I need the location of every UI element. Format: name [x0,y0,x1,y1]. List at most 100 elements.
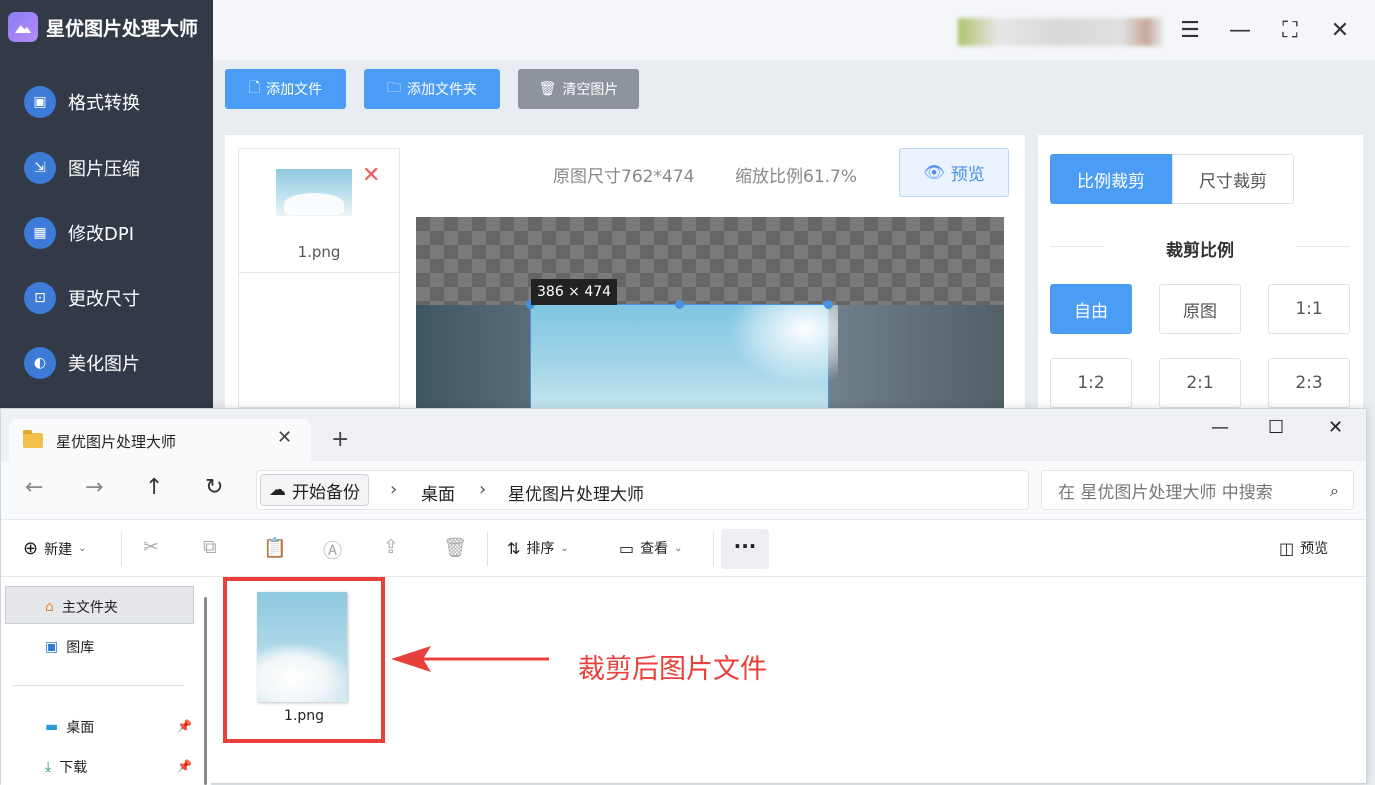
ratio-2-3-button[interactable]: 2:3 [1268,358,1350,408]
breadcrumb-desktop[interactable]: 桌面 [421,480,455,505]
crop-handle[interactable] [824,300,833,309]
app-title: 星优图片处理大师 [46,17,199,40]
new-button[interactable]: ⊕ 新建 ⌄ [23,538,86,559]
new-tab-icon[interactable]: + [331,427,349,452]
navigation-pane: ⌂ 主文件夹 ▣ 图库 ▬ 桌面 📌 ⤓ 下载 📌 [1,577,211,785]
nav-item-desktop[interactable]: ▬ 桌面 [45,717,94,737]
clear-label: 清空图片 [562,82,619,98]
backup-chip[interactable]: ☁ 开始备份 [260,474,369,506]
address-bar[interactable]: ☁ 开始备份 › 桌面 › 星优图片处理大师 [256,470,1029,510]
search-input[interactable]: 在 星优图片处理大师 中搜索 ⌕ [1041,470,1354,510]
view-button[interactable]: ▭ 查看 ⌄ [619,538,683,558]
remove-file-icon[interactable]: ✕ [362,163,380,188]
minimize-icon[interactable]: — [1226,16,1254,44]
format-convert-icon: ▣ [24,86,56,118]
preview-pane-button[interactable]: ◫ 预览 [1279,538,1328,558]
new-label: 新建 [44,541,73,558]
chevron-down-icon: ⌄ [78,543,87,554]
forward-icon[interactable]: → [85,475,103,500]
add-file-button[interactable]: 🗋 添加文件 [225,69,346,109]
crop-handle[interactable] [675,300,684,309]
explorer-tab[interactable]: 星优图片处理大师 ✕ [9,419,311,461]
file-item[interactable]: 1.png [223,577,385,743]
trash-icon: 🗑 [538,81,557,97]
close-icon[interactable]: ✕ [1326,16,1354,44]
sidebar-item-compress[interactable]: ⇲ 图片压缩 [24,152,140,184]
pin-icon[interactable]: 📌 [177,719,192,733]
ratio-free-button[interactable]: 自由 [1050,284,1132,334]
view-label: 查看 [640,541,669,557]
chevron-right-icon: › [390,479,398,500]
nav-item-gallery[interactable]: ▣ 图库 [45,637,94,657]
view-icon: ▭ [619,538,635,558]
crop-ratio-title: 裁剪比例 [1166,241,1234,261]
ratio-original-button[interactable]: 原图 [1159,284,1241,334]
maximize-icon[interactable]: ☐ [1268,417,1284,438]
annotation-text: 裁剪后图片文件 [578,654,767,685]
crop-size-label: 386 × 474 [531,279,618,305]
sort-label: 排序 [526,541,555,557]
beautify-icon: ◐ [24,347,56,379]
sidebar-item-label: 修改DPI [68,224,135,245]
explorer-nav-bar: ← → ↑ ↻ ☁ 开始备份 › 桌面 › 星优图片处理大师 在 星优图片处理大… [1,461,1366,519]
clear-images-button[interactable]: 🗑 清空图片 [518,69,639,109]
compress-icon: ⇲ [24,152,56,184]
back-icon[interactable]: ← [25,475,43,500]
nav-item-downloads[interactable]: ⤓ 下载 [45,757,87,777]
annotation-arrow [391,646,549,672]
thumbnail-image[interactable] [276,169,352,216]
sidebar-item-label: 更改尺寸 [68,289,140,310]
minimize-icon[interactable]: — [1211,417,1229,438]
preview-button[interactable]: 👁 预览 [899,148,1009,197]
close-icon[interactable]: ✕ [1328,417,1343,438]
chevron-down-icon: ⌄ [674,542,683,554]
add-file-label: 添加文件 [266,82,323,98]
copy-icon[interactable]: ⧉ [203,536,217,558]
explorer-tab-strip: 星优图片处理大师 ✕ + — ☐ ✕ [1,409,1366,461]
scrollbar[interactable] [204,597,207,785]
share-icon[interactable]: ⇪ [383,536,399,558]
gallery-icon: ▣ [45,639,59,655]
eye-icon: 👁 [923,162,945,183]
ratio-1-1-button[interactable]: 1:1 [1268,284,1350,334]
sidebar-item-beautify[interactable]: ◐ 美化图片 [24,347,140,379]
divider [487,532,488,566]
backup-label: 开始备份 [292,482,360,503]
add-folder-button[interactable]: 🗀 添加文件夹 [364,69,500,109]
title-bar: ☰ — ⛶ ✕ [213,0,1375,60]
sort-icon: ⇅ [507,538,521,558]
preview-pane-icon: ◫ [1279,538,1295,558]
plus-circle-icon: ⊕ [23,538,39,559]
ratio-2-1-button[interactable]: 2:1 [1159,358,1241,408]
app-logo: 星优图片处理大师 [8,12,198,42]
crop-selection[interactable] [530,304,838,408]
nav-item-home[interactable]: ⌂ 主文件夹 [45,597,118,617]
settings-icon[interactable]: ☰ [1176,16,1204,44]
paste-icon[interactable]: 📋 [263,536,287,559]
nav-item-label: 图库 [66,640,95,656]
cut-icon[interactable]: ✂ [143,536,159,558]
close-tab-icon[interactable]: ✕ [277,427,292,448]
zoom-ratio-text: 缩放比例61.7% [735,167,858,187]
sidebar-item-resize[interactable]: ⊡ 更改尺寸 [24,282,140,314]
divider [713,532,714,566]
ratio-1-2-button[interactable]: 1:2 [1050,358,1132,408]
crop-canvas[interactable] [416,217,1004,408]
more-options-icon[interactable]: ··· [721,529,769,569]
delete-icon[interactable]: 🗑 [443,536,467,559]
divider [239,272,399,273]
up-icon[interactable]: ↑ [145,475,163,500]
resize-icon: ⊡ [24,282,56,314]
nav-item-label: 下载 [59,760,88,776]
tab-size-crop[interactable]: 尺寸裁剪 [1172,154,1294,204]
sidebar-item-dpi[interactable]: ▦ 修改DPI [24,217,134,249]
sidebar-item-format-convert[interactable]: ▣ 格式转换 [24,86,140,118]
tab-ratio-crop[interactable]: 比例裁剪 [1050,154,1172,204]
pin-icon[interactable]: 📌 [177,759,192,773]
refresh-icon[interactable]: ↻ [205,475,223,500]
maximize-icon[interactable]: ⛶ [1276,16,1304,44]
rename-icon[interactable]: Ⓐ [323,536,342,563]
sort-button[interactable]: ⇅ 排序 ⌄ [507,538,569,558]
dpi-icon: ▦ [24,217,56,249]
breadcrumb-folder[interactable]: 星优图片处理大师 [508,480,644,505]
